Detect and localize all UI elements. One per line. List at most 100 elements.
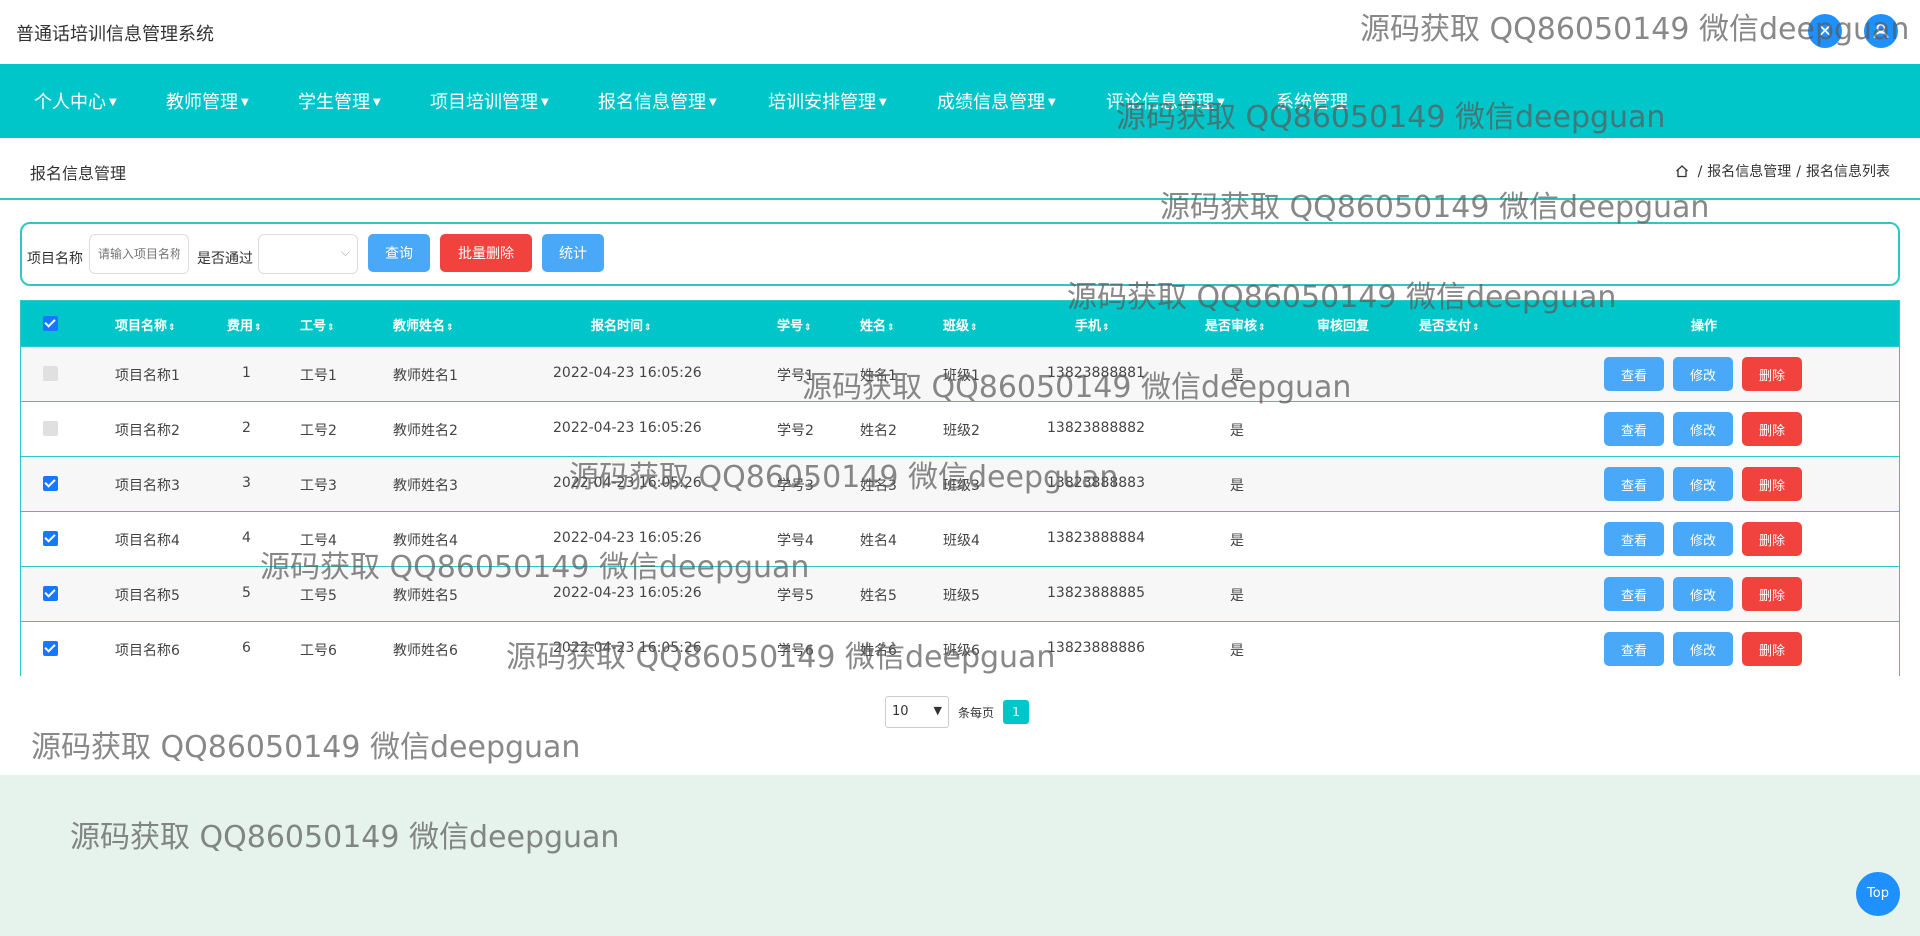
cell-name: 姓名4 bbox=[860, 533, 897, 549]
edit-button[interactable]: 修改 bbox=[1673, 522, 1733, 556]
row-checkbox[interactable] bbox=[43, 421, 58, 436]
edit-button[interactable]: 修改 bbox=[1673, 577, 1733, 611]
sort-icon: ⇕ bbox=[887, 323, 895, 333]
project-name-label: 项目名称 bbox=[27, 251, 83, 267]
cell-phone: 13823888885 bbox=[1047, 585, 1145, 601]
chevron-down-icon: ▼ bbox=[109, 97, 117, 108]
nav-system-management[interactable]: 系统管理 bbox=[1276, 88, 1348, 114]
row-checkbox[interactable] bbox=[43, 586, 58, 601]
query-button[interactable]: 查询 bbox=[368, 234, 430, 272]
cell-time: 2022-04-23 16:05:26 bbox=[553, 420, 702, 436]
edit-button[interactable]: 修改 bbox=[1673, 357, 1733, 391]
col-header-paid[interactable]: 是否支付⇕ bbox=[1419, 315, 1480, 334]
app-title: 普通话培训信息管理系统 bbox=[16, 24, 214, 45]
view-button[interactable]: 查看 bbox=[1604, 577, 1664, 611]
cell-reviewed: 是 bbox=[1230, 533, 1244, 549]
col-header-job-no[interactable]: 工号⇕ bbox=[300, 315, 335, 334]
view-button[interactable]: 查看 bbox=[1604, 357, 1664, 391]
cell-reviewed: 是 bbox=[1230, 588, 1244, 604]
nav-score-management[interactable]: 成绩信息管理 ▼ bbox=[937, 88, 1056, 114]
cell-student-no: 学号2 bbox=[777, 423, 814, 439]
nav-training-schedule[interactable]: 培训安排管理 ▼ bbox=[768, 88, 887, 114]
row-checkbox[interactable] bbox=[43, 641, 58, 656]
col-header-project[interactable]: 项目名称⇕ bbox=[115, 315, 176, 334]
nav-project-training[interactable]: 项目培训管理 ▼ bbox=[430, 88, 549, 114]
cell-reviewed: 是 bbox=[1230, 423, 1244, 439]
cell-student-no: 学号3 bbox=[777, 478, 814, 494]
home-icon[interactable] bbox=[1675, 164, 1689, 182]
nav-teacher-management[interactable]: 教师管理 ▼ bbox=[166, 88, 249, 114]
cell-time: 2022-04-23 16:05:26 bbox=[553, 585, 702, 601]
row-checkbox[interactable] bbox=[43, 531, 58, 546]
sort-icon: ⇕ bbox=[327, 323, 335, 333]
sort-icon: ⇕ bbox=[804, 323, 812, 333]
back-to-top-button[interactable]: Top bbox=[1856, 872, 1900, 916]
search-panel: 项目名称 是否通过 ⌵ 查询 批量删除 统计 bbox=[20, 222, 1900, 286]
delete-button[interactable]: 删除 bbox=[1742, 577, 1802, 611]
breadcrumb-item[interactable]: 报名信息管理 bbox=[1707, 164, 1791, 180]
view-button[interactable]: 查看 bbox=[1604, 467, 1664, 501]
nav-registration[interactable]: 报名信息管理 ▼ bbox=[598, 88, 717, 114]
chevron-down-icon: ⌵ bbox=[340, 245, 350, 259]
project-name-input[interactable] bbox=[89, 234, 189, 274]
table-header: 项目名称⇕ 费用⇕ 工号⇕ 教师姓名⇕ 报名时间⇕ 学号⇕ 姓名⇕ 班级⇕ 手机… bbox=[21, 301, 1899, 346]
view-button[interactable]: 查看 bbox=[1604, 522, 1664, 556]
view-button[interactable]: 查看 bbox=[1604, 412, 1664, 446]
delete-button[interactable]: 删除 bbox=[1742, 357, 1802, 391]
statistics-button[interactable]: 统计 bbox=[542, 234, 604, 272]
delete-button[interactable]: 删除 bbox=[1742, 522, 1802, 556]
cell-time: 2022-04-23 16:05:26 bbox=[553, 365, 702, 381]
col-header-name[interactable]: 姓名⇕ bbox=[860, 315, 895, 334]
nav-student-management[interactable]: 学生管理 ▼ bbox=[298, 88, 381, 114]
col-header-class[interactable]: 班级⇕ bbox=[943, 315, 978, 334]
close-icon[interactable]: ✕ bbox=[1808, 14, 1842, 48]
delete-button[interactable]: 删除 bbox=[1742, 467, 1802, 501]
col-header-time[interactable]: 报名时间⇕ bbox=[591, 315, 652, 334]
cell-class: 班级1 bbox=[943, 368, 980, 384]
page-button[interactable]: 1 bbox=[1003, 700, 1029, 724]
cell-name: 姓名1 bbox=[860, 368, 897, 384]
cell-project: 项目名称1 bbox=[115, 368, 180, 384]
chevron-down-icon: ▼ bbox=[879, 97, 887, 108]
cell-student-no: 学号6 bbox=[777, 643, 814, 659]
cell-phone: 13823888886 bbox=[1047, 640, 1145, 656]
chevron-down-icon: ▼ bbox=[933, 704, 942, 717]
row-checkbox[interactable] bbox=[43, 476, 58, 491]
view-button[interactable]: 查看 bbox=[1604, 632, 1664, 666]
page-title: 报名信息管理 bbox=[30, 164, 127, 183]
pass-status-select[interactable]: ⌵ bbox=[258, 234, 358, 274]
edit-button[interactable]: 修改 bbox=[1673, 467, 1733, 501]
delete-button[interactable]: 删除 bbox=[1742, 632, 1802, 666]
nav-personal-center[interactable]: 个人中心 ▼ bbox=[34, 88, 117, 114]
cell-project: 项目名称6 bbox=[115, 643, 180, 659]
edit-button[interactable]: 修改 bbox=[1673, 632, 1733, 666]
page-size-select[interactable]: 10 ▼ bbox=[885, 696, 949, 728]
top-bar: 普通话培训信息管理系统 ✕ bbox=[0, 0, 1920, 64]
col-header-fee[interactable]: 费用⇕ bbox=[227, 315, 262, 334]
cell-teacher: 教师姓名5 bbox=[393, 588, 458, 604]
col-header-student-no[interactable]: 学号⇕ bbox=[777, 315, 812, 334]
delete-button[interactable]: 删除 bbox=[1742, 412, 1802, 446]
table-row: 项目名称6 6 工号6 教师姓名6 2022-04-23 16:05:26 学号6 姓名6 班… bbox=[21, 621, 1899, 676]
cell-project: 项目名称5 bbox=[115, 588, 180, 604]
col-header-teacher[interactable]: 教师姓名⇕ bbox=[393, 315, 454, 334]
batch-delete-button[interactable]: 批量删除 bbox=[440, 234, 532, 272]
col-header-reviewed[interactable]: 是否审核⇕ bbox=[1205, 315, 1266, 334]
cell-student-no: 学号1 bbox=[777, 368, 814, 384]
sort-icon: ⇕ bbox=[644, 323, 652, 333]
cell-class: 班级5 bbox=[943, 588, 980, 604]
cell-name: 姓名5 bbox=[860, 588, 897, 604]
edit-button[interactable]: 修改 bbox=[1673, 412, 1733, 446]
row-checkbox[interactable] bbox=[43, 366, 58, 381]
cell-class: 班级3 bbox=[943, 478, 980, 494]
cell-class: 班级6 bbox=[943, 643, 980, 659]
cell-phone: 13823888882 bbox=[1047, 420, 1145, 436]
table-row: 项目名称2 2 工号2 教师姓名2 2022-04-23 16:05:26 学号2 姓名2 班… bbox=[21, 401, 1899, 456]
nav-comment-management[interactable]: 评论信息管理 ▼ bbox=[1106, 88, 1225, 114]
cell-teacher: 教师姓名2 bbox=[393, 423, 458, 439]
col-header-phone[interactable]: 手机⇕ bbox=[1075, 315, 1110, 334]
select-all-checkbox[interactable] bbox=[43, 316, 58, 331]
sort-icon: ⇕ bbox=[168, 323, 176, 333]
cell-teacher: 教师姓名4 bbox=[393, 533, 458, 549]
user-icon[interactable] bbox=[1864, 14, 1898, 48]
